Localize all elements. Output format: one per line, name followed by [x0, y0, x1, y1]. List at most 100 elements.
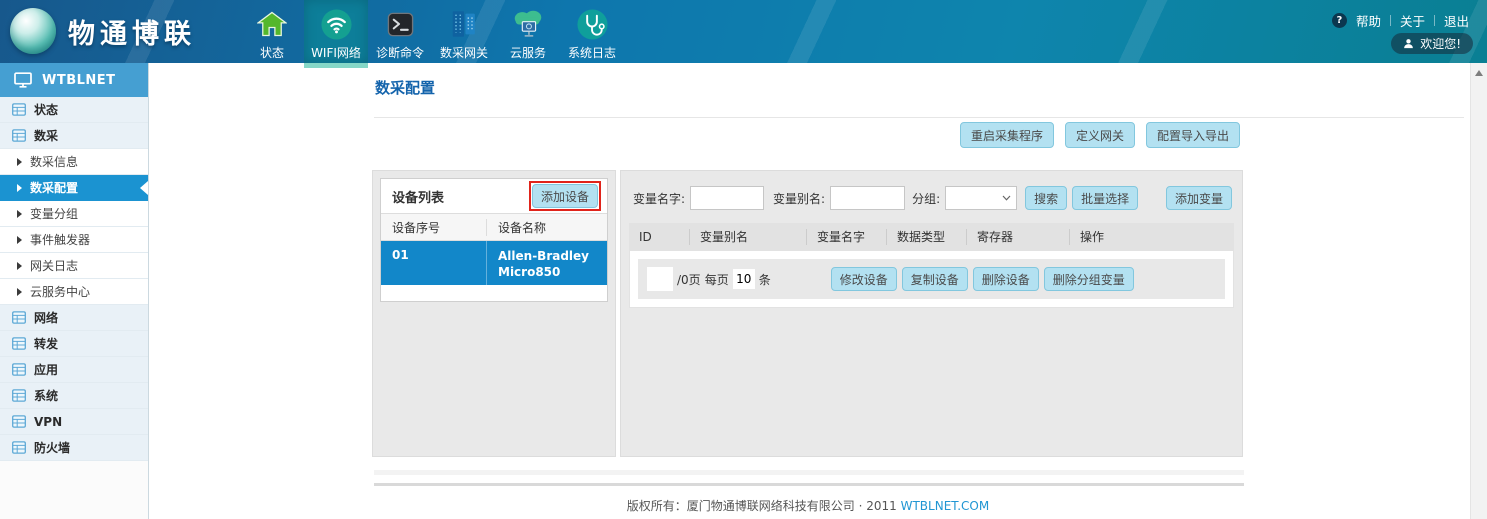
copyright-text: 版权所有：厦门物通博联网络科技有限公司 · 2011: [627, 499, 897, 513]
column-id: ID: [629, 229, 689, 245]
scrollbar[interactable]: [1470, 63, 1487, 519]
device-list-title: 设备列表: [392, 187, 444, 206]
sidebar-item-event-trigger[interactable]: 事件触发器: [0, 227, 148, 253]
sidebar-item-system[interactable]: 系统: [0, 383, 148, 409]
gateway-icon: [448, 7, 480, 41]
sidebar-item-firewall[interactable]: 防火墙: [0, 435, 148, 461]
log-icon: [576, 7, 609, 41]
device-list-card: 设备列表 添加设备 设备序号 设备名称 01 Allen-Bradley Mic…: [380, 178, 608, 302]
device-row[interactable]: 01 Allen-Bradley Micro850: [381, 241, 607, 285]
terminal-icon: [386, 7, 415, 41]
sidebar-item-network[interactable]: 网络: [0, 305, 148, 331]
page-number-input[interactable]: [647, 267, 673, 291]
help-link[interactable]: 帮助: [1356, 11, 1381, 30]
sidebar-item-gateway-log[interactable]: 网关日志: [0, 253, 148, 279]
variable-alias-input[interactable]: [830, 186, 905, 210]
scroll-up-icon[interactable]: [1475, 70, 1483, 76]
grid-icon: [12, 363, 26, 376]
logout-link[interactable]: 退出: [1444, 11, 1469, 30]
page: 物通博联 状态 WIFI网络: [0, 0, 1487, 519]
device-list-panel: 设备列表 添加设备 设备序号 设备名称 01 Allen-Bradley Mic…: [372, 170, 616, 457]
add-device-button[interactable]: 添加设备: [532, 184, 598, 208]
define-gateway-button[interactable]: 定义网关: [1065, 122, 1135, 148]
grid-icon: [12, 415, 26, 428]
modify-device-button[interactable]: 修改设备: [831, 267, 897, 291]
variable-table: ID 变量别名 变量名字 数据类型 寄存器 操作 /0页 每页 条: [629, 223, 1234, 308]
about-link[interactable]: 关于: [1400, 11, 1425, 30]
device-list-header: 设备列表 添加设备: [381, 179, 607, 213]
device-name: Allen-Bradley Micro850: [486, 241, 607, 285]
sidebar-item-vpn[interactable]: VPN: [0, 409, 148, 435]
brand-logo-text: 物通博联: [68, 12, 196, 51]
sidebar-header: WTBLNET: [0, 63, 148, 97]
divider: [374, 483, 1244, 486]
nav-item-wifi-network[interactable]: WIFI网络: [304, 0, 368, 63]
top-header: 物通博联 状态 WIFI网络: [0, 0, 1487, 63]
welcome-button[interactable]: 欢迎您!: [1391, 33, 1473, 54]
unit-label: 条: [759, 271, 771, 288]
add-variable-button[interactable]: 添加变量: [1166, 186, 1232, 210]
column-variable-alias: 变量别名: [689, 229, 806, 245]
grid-icon: [12, 441, 26, 454]
variable-panel: 变量名字: 变量别名: 分组: 搜索 批量选择 添加变量 ID 变量别名 变量: [620, 170, 1243, 457]
group-label: 分组:: [912, 190, 940, 207]
arrow-right-icon: [17, 236, 22, 244]
nav-item-system-log[interactable]: 系统日志: [560, 0, 624, 63]
grid-icon: [12, 129, 26, 142]
user-icon: [1403, 38, 1414, 49]
sidebar-title: WTBLNET: [42, 73, 116, 88]
search-button[interactable]: 搜索: [1025, 186, 1067, 210]
delete-group-variable-button[interactable]: 删除分组变量: [1044, 267, 1134, 291]
sidebar-item-cloud-center[interactable]: 云服务中心: [0, 279, 148, 305]
page-total-label: /0页: [677, 271, 701, 288]
variable-name-label: 变量名字:: [633, 190, 685, 207]
annotation-highlight-box: 添加设备: [529, 181, 601, 211]
nav-item-status[interactable]: 状态: [240, 0, 304, 63]
nav-item-diagnostic-command[interactable]: 诊断命令: [368, 0, 432, 63]
variable-table-header: ID 变量别名 变量名字 数据类型 寄存器 操作: [629, 223, 1234, 251]
sidebar-item-data-acquisition[interactable]: 数采: [0, 123, 148, 149]
restart-collector-button[interactable]: 重启采集程序: [960, 122, 1054, 148]
divider: [374, 470, 1244, 475]
top-nav: 状态 WIFI网络: [240, 0, 624, 63]
batch-select-button[interactable]: 批量选择: [1072, 186, 1138, 210]
page-title: 数采配置: [375, 77, 435, 98]
sidebar-item-variable-group[interactable]: 变量分组: [0, 201, 148, 227]
footer: 版权所有：厦门物通博联网络科技有限公司 · 2011 WTBLNET.COM: [372, 497, 1244, 514]
variable-name-input[interactable]: [690, 186, 764, 210]
header-links: ? 帮助 关于 退出: [1332, 11, 1469, 30]
sidebar-item-status[interactable]: 状态: [0, 97, 148, 123]
delete-device-button[interactable]: 删除设备: [973, 267, 1039, 291]
column-device-no: 设备序号: [381, 219, 486, 236]
variable-filter-row: 变量名字: 变量别名: 分组: 搜索 批量选择 添加变量: [633, 185, 1232, 211]
sidebar-item-application[interactable]: 应用: [0, 357, 148, 383]
per-page-input[interactable]: [733, 269, 755, 289]
arrow-right-icon: [17, 262, 22, 270]
copy-device-button[interactable]: 复制设备: [902, 267, 968, 291]
arrow-right-icon: [17, 184, 22, 192]
pagination-bar: /0页 每页 条 修改设备 复制设备 删除设备 删除分组变量: [638, 259, 1225, 299]
device-row-empty: [381, 285, 607, 301]
sidebar-item-da-config[interactable]: 数采配置: [0, 175, 148, 201]
column-device-name: 设备名称: [486, 219, 607, 236]
grid-icon: [12, 103, 26, 116]
grid-icon: [12, 389, 26, 402]
cloud-icon: [510, 7, 546, 41]
device-no: 01: [381, 241, 486, 285]
sidebar: WTBLNET 状态 数采 数采信息 数采配置 变量分组 事件触发器 网关日: [0, 63, 149, 519]
arrow-right-icon: [17, 288, 22, 296]
sidebar-item-forwarding[interactable]: 转发: [0, 331, 148, 357]
page-actions: 重启采集程序 定义网关 配置导入导出: [374, 122, 1240, 148]
column-operation: 操作: [1069, 229, 1234, 245]
arrow-right-icon: [17, 210, 22, 218]
site-link[interactable]: WTBLNET.COM: [901, 499, 990, 513]
group-select[interactable]: [945, 186, 1017, 210]
sidebar-item-da-info[interactable]: 数采信息: [0, 149, 148, 175]
grid-icon: [12, 311, 26, 324]
nav-item-cloud-service[interactable]: 云服务: [496, 0, 560, 63]
divider: [1390, 15, 1391, 26]
column-register: 寄存器: [966, 229, 1069, 245]
config-import-export-button[interactable]: 配置导入导出: [1146, 122, 1240, 148]
variable-table-body: /0页 每页 条 修改设备 复制设备 删除设备 删除分组变量: [629, 251, 1234, 308]
nav-item-data-gateway[interactable]: 数采网关: [432, 0, 496, 63]
